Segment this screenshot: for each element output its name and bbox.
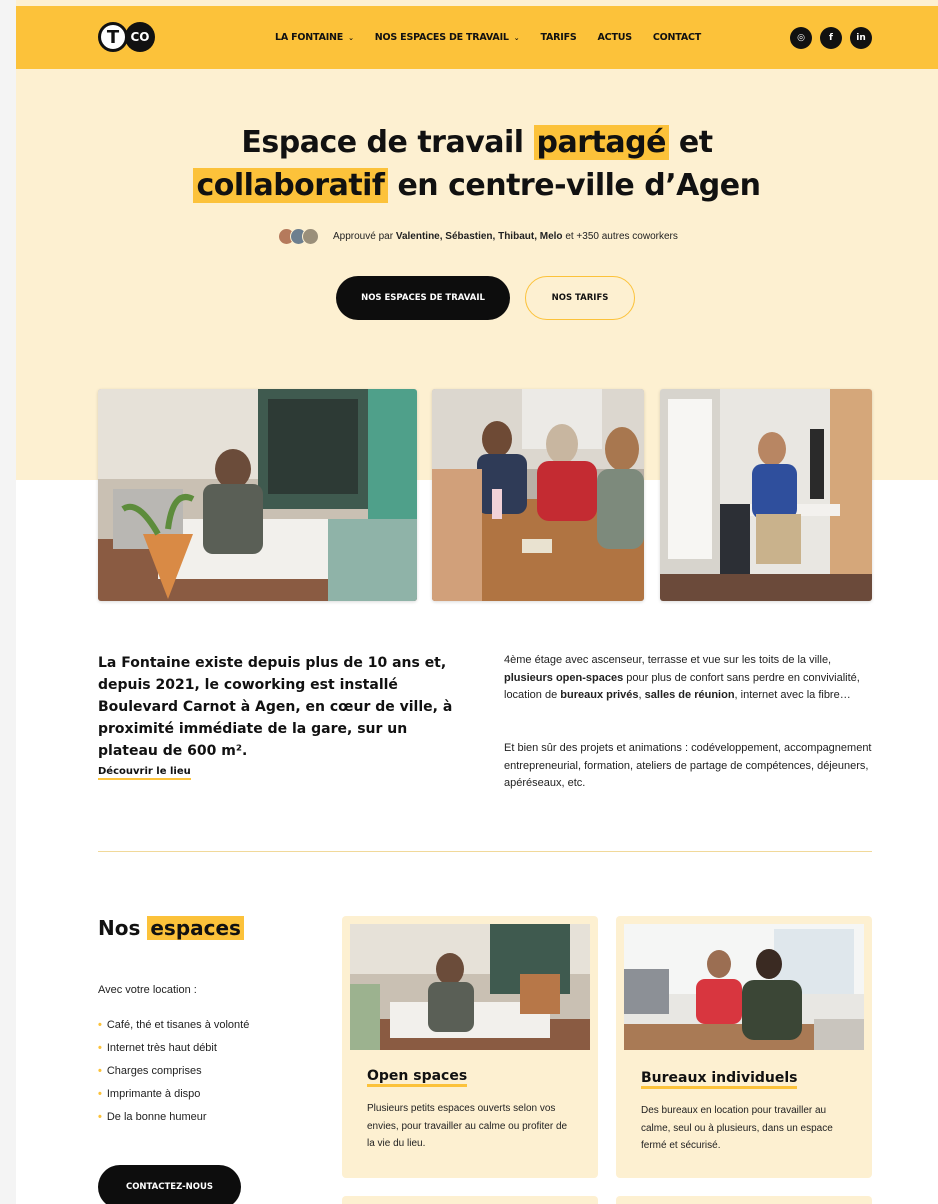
text: , internet avec la fibre… <box>734 689 851 701</box>
list-item: • Café, thé et tisanes à volonté <box>98 1019 249 1042</box>
approved-names: Valentine, Sébastien, Thibaut, Melo <box>395 231 563 242</box>
approved-prefix: Approuvé par <box>333 231 394 242</box>
instagram-icon[interactable]: ◎ <box>790 27 812 49</box>
card-open-spaces[interactable]: Open spaces Plusieurs petits espaces ouv… <box>342 916 598 1178</box>
feature-list: • Café, thé et tisanes à volonté • Interne… <box>98 1019 249 1134</box>
bullet-icon: • <box>98 1042 102 1054</box>
bold-text: salles de réunion <box>644 689 735 701</box>
tarifs-button[interactable]: NOS TARIFS <box>525 276 635 320</box>
page: T CO LA FONTAINE ⌄ NOS ESPACES DE TRAVAI… <box>16 0 938 1204</box>
hero-title-text: en centre-ville d’Agen <box>397 168 761 203</box>
nav-label: TARIFS <box>540 32 577 43</box>
section-divider <box>98 851 872 852</box>
linkedin-icon[interactable]: in <box>850 27 872 49</box>
nav-item-tarifs[interactable]: TARIFS <box>540 32 576 43</box>
bullet-icon: • <box>98 1111 102 1123</box>
card-bureaux-individuels[interactable]: Bureaux individuels Des bureaux en locat… <box>616 916 872 1178</box>
espaces-button[interactable]: NOS ESPACES DE TRAVAIL <box>336 276 510 320</box>
approved-text: Approuvé par Valentine, Sébastien, Thiba… <box>333 231 678 242</box>
intro-paragraph-2: Et bien sûr des projets et animations : … <box>504 742 872 789</box>
card-title: Bureaux individuels <box>641 1071 798 1089</box>
main-nav: LA FONTAINE ⌄ NOS ESPACES DE TRAVAIL ⌄ T… <box>275 6 701 69</box>
text: Nos <box>98 916 141 940</box>
card-title: Open spaces <box>367 1069 468 1087</box>
bold-text: bureaux privés <box>560 689 639 701</box>
nav-item-contact[interactable]: CONTACT <box>653 32 701 43</box>
photo-coworkers-lunch <box>432 389 644 601</box>
bullet-icon: • <box>98 1065 102 1077</box>
bullet-icon: • <box>98 1088 102 1100</box>
card-image <box>350 924 590 1050</box>
title-highlight: espaces <box>147 916 244 940</box>
chevron-down-icon: ⌄ <box>513 33 520 42</box>
facebook-icon[interactable]: f <box>820 27 842 49</box>
feature-text: Café, thé et tisanes à volonté <box>106 1019 250 1031</box>
logo[interactable]: T CO <box>98 22 155 52</box>
photo-coworker-laptop <box>98 389 417 601</box>
nav-item-actus[interactable]: ACTUS <box>597 32 633 43</box>
nav-label: LA FONTAINE <box>275 32 344 43</box>
logo-t-mark: T <box>98 22 128 52</box>
feature-text: De la bonne humeur <box>106 1111 207 1123</box>
social-links: ◎ f in <box>790 27 872 49</box>
photo-coworker-phone <box>660 389 872 601</box>
contact-button[interactable]: CONTACTEZ-NOUS <box>98 1165 241 1204</box>
hero-title-text: Espace de travail <box>241 125 524 160</box>
feature-text: Internet très haut débit <box>106 1042 217 1054</box>
nav-item-la-fontaine[interactable]: LA FONTAINE ⌄ <box>275 32 354 43</box>
feature-text: Imprimante à dispo <box>106 1088 201 1100</box>
card-partial <box>616 1196 872 1204</box>
card-partial <box>342 1196 598 1204</box>
card-image <box>624 924 864 1050</box>
approved-suffix: et +350 autres coworkers <box>565 231 678 242</box>
hero-title-line-1: Espace de travail partagé et <box>16 121 938 164</box>
list-item: • De la bonne humeur <box>98 1111 249 1134</box>
hero-title-highlight: collaboratif <box>193 168 388 203</box>
discover-link[interactable]: Découvrir le lieu <box>98 766 191 780</box>
hero-title-line-2: collaboratif en centre-ville d’Agen <box>16 164 938 207</box>
avatar <box>302 228 319 245</box>
nav-label: NOS ESPACES DE TRAVAIL <box>374 32 509 43</box>
chevron-down-icon: ⌄ <box>348 33 354 42</box>
hero-title-highlight: partagé <box>533 125 669 160</box>
social-proof: Approuvé par Valentine, Sébastien, Thiba… <box>278 228 678 245</box>
espaces-title: Nos espaces <box>98 916 244 940</box>
espaces-subtitle: Avec votre location : <box>98 984 197 996</box>
nav-label: CONTACT <box>652 32 702 43</box>
intro-lead: La Fontaine existe depuis plus de 10 ans… <box>98 655 453 759</box>
list-item: • Charges comprises <box>98 1065 249 1088</box>
nav-item-espaces[interactable]: NOS ESPACES DE TRAVAIL ⌄ <box>375 32 520 43</box>
list-item: • Internet très haut débit <box>98 1042 249 1065</box>
nav-label: ACTUS <box>597 32 633 43</box>
logo-co-mark: CO <box>125 22 155 52</box>
card-description: Des bureaux en location pour travailler … <box>641 1105 833 1151</box>
card-description: Plusieurs petits espaces ouverts selon v… <box>367 1103 568 1149</box>
site-header: T CO LA FONTAINE ⌄ NOS ESPACES DE TRAVAI… <box>16 6 938 69</box>
feature-text: Charges comprises <box>106 1065 202 1077</box>
text: 4ème étage avec ascenseur, terrasse et v… <box>504 654 832 666</box>
bold-text: plusieurs open-spaces <box>504 671 624 684</box>
hero-title-text: et <box>678 125 713 160</box>
text: , <box>638 689 642 701</box>
avatar-group <box>278 228 319 245</box>
list-item: • Imprimante à dispo <box>98 1088 249 1111</box>
bullet-icon: • <box>98 1019 102 1031</box>
intro-paragraph-1: 4ème étage avec ascenseur, terrasse et v… <box>504 652 874 705</box>
